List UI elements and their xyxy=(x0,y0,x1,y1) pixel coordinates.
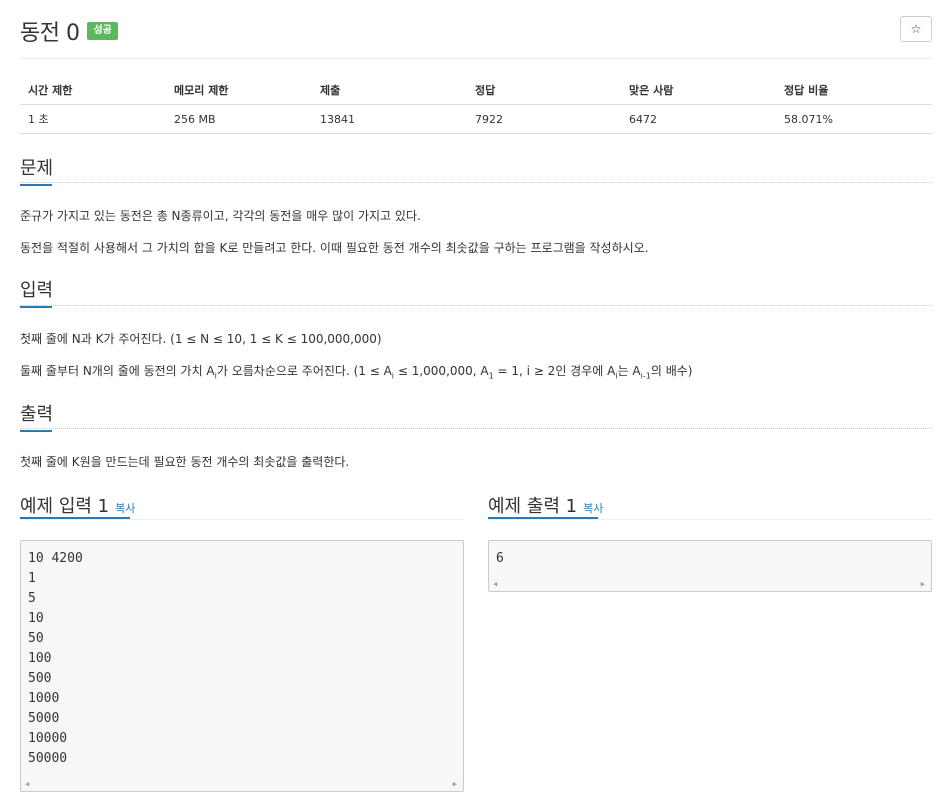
input-text-part: 는 A xyxy=(617,364,641,378)
section-heading-output: 출력 xyxy=(20,400,54,432)
header-time-limit: 시간 제한 xyxy=(20,76,166,105)
status-badge: 성공 xyxy=(87,22,118,40)
header-solved-users: 맞은 사람 xyxy=(621,76,776,105)
example-output-title-text: 예제 출력 1 xyxy=(488,496,578,517)
header-accepted: 정답 xyxy=(467,76,621,105)
input-line-2: 둘째 줄부터 N개의 줄에 동전의 가치 Ai가 오름차순으로 주어진다. (1… xyxy=(20,362,692,380)
section-divider xyxy=(20,428,932,429)
example-output-line: 6 xyxy=(496,551,504,566)
submissions-value: 13841 xyxy=(312,104,467,134)
copy-output-link[interactable]: 복사 xyxy=(583,502,603,515)
example-input-box[interactable]: 10 4200 1 5 10 50 100 500 1000 5000 1000… xyxy=(20,540,464,792)
time-limit-value: 1 초 xyxy=(20,104,166,134)
problem-info-table: 시간 제한 메모리 제한 제출 정답 맞은 사람 정답 비율 1 초 256 M… xyxy=(20,76,932,134)
header-submissions: 제출 xyxy=(312,76,467,105)
example-input-line: 50000 xyxy=(28,751,68,766)
section-heading-problem: 문제 xyxy=(20,154,54,186)
example-input-line: 1000 xyxy=(28,691,60,706)
scroll-right-icon[interactable]: ▶ xyxy=(453,780,457,788)
section-underline xyxy=(20,306,52,308)
title-divider xyxy=(20,58,932,59)
section-heading-input: 입력 xyxy=(20,276,54,308)
example-output-title: 예제 출력 1 복사 xyxy=(488,492,603,518)
example-input-line: 5 xyxy=(28,591,36,606)
header-accept-ratio: 정답 비율 xyxy=(776,76,932,105)
copy-input-link[interactable]: 복사 xyxy=(115,502,135,515)
accept-ratio-value: 58.071% xyxy=(776,104,932,134)
section-heading-problem-text: 문제 xyxy=(20,158,54,179)
subscript: i-1 xyxy=(640,371,651,381)
memory-limit-value: 256 MB xyxy=(166,104,312,134)
input-text-part: 둘째 줄부터 N개의 줄에 동전의 가치 A xyxy=(20,364,215,378)
star-icon: ☆ xyxy=(910,22,922,36)
scroll-right-icon[interactable]: ▶ xyxy=(921,580,925,588)
example-output-divider xyxy=(488,519,932,520)
example-input-line: 1 xyxy=(28,571,36,586)
section-heading-input-text: 입력 xyxy=(20,280,54,301)
header-memory-limit: 메모리 제한 xyxy=(166,76,312,105)
section-divider xyxy=(20,305,932,306)
section-heading-output-text: 출력 xyxy=(20,404,54,425)
problem-line-1: 준규가 가지고 있는 동전은 총 N종류이고, 각각의 동전을 매우 많이 가지… xyxy=(20,209,421,223)
input-text-part: = 1, i ≥ 2인 경우에 A xyxy=(493,364,616,378)
example-input-line: 10 4200 xyxy=(28,551,83,566)
table-row: 1 초 256 MB 13841 7922 6472 58.071% xyxy=(20,104,932,134)
input-text-part: 가 오름차순으로 주어진다. (1 ≤ A xyxy=(216,364,392,378)
input-line-1: 첫째 줄에 N과 K가 주어진다. (1 ≤ N ≤ 10, 1 ≤ K ≤ 1… xyxy=(20,332,382,346)
input-text-part: 의 배수) xyxy=(650,364,693,378)
example-input-line: 5000 xyxy=(28,711,60,726)
star-button[interactable]: ☆ xyxy=(900,16,932,42)
table-header-row: 시간 제한 메모리 제한 제출 정답 맞은 사람 정답 비율 xyxy=(20,76,932,105)
title-row: 동전 0 성공 xyxy=(20,14,118,48)
problem-title: 동전 0 xyxy=(20,21,80,46)
example-input-line: 10000 xyxy=(28,731,68,746)
scroll-left-icon[interactable]: ◀ xyxy=(493,580,497,588)
problem-line-2: 동전을 적절히 사용해서 그 가치의 합을 K로 만들려고 한다. 이때 필요한… xyxy=(20,241,649,255)
input-text-part: ≤ 1,000,000, A xyxy=(394,364,489,378)
example-input-line: 500 xyxy=(28,671,52,686)
section-divider xyxy=(20,182,932,183)
example-input-title: 예제 입력 1 복사 xyxy=(20,492,135,518)
solved-users-value: 6472 xyxy=(621,104,776,134)
accepted-value: 7922 xyxy=(467,104,621,134)
example-input-divider xyxy=(20,519,464,520)
scroll-left-icon[interactable]: ◀ xyxy=(25,780,29,788)
example-input-line: 50 xyxy=(28,631,44,646)
example-input-line: 10 xyxy=(28,611,44,626)
example-input-lines: 10 4200 1 5 10 50 100 500 1000 5000 1000… xyxy=(21,549,463,769)
example-output-box[interactable]: 6 ◀ ▶ xyxy=(488,540,932,592)
example-input-line: 100 xyxy=(28,651,52,666)
section-underline xyxy=(20,184,52,186)
output-line: 첫째 줄에 K원을 만드는데 필요한 동전 개수의 최솟값을 출력한다. xyxy=(20,455,350,469)
section-underline xyxy=(20,430,52,432)
example-input-title-text: 예제 입력 1 xyxy=(20,496,110,517)
